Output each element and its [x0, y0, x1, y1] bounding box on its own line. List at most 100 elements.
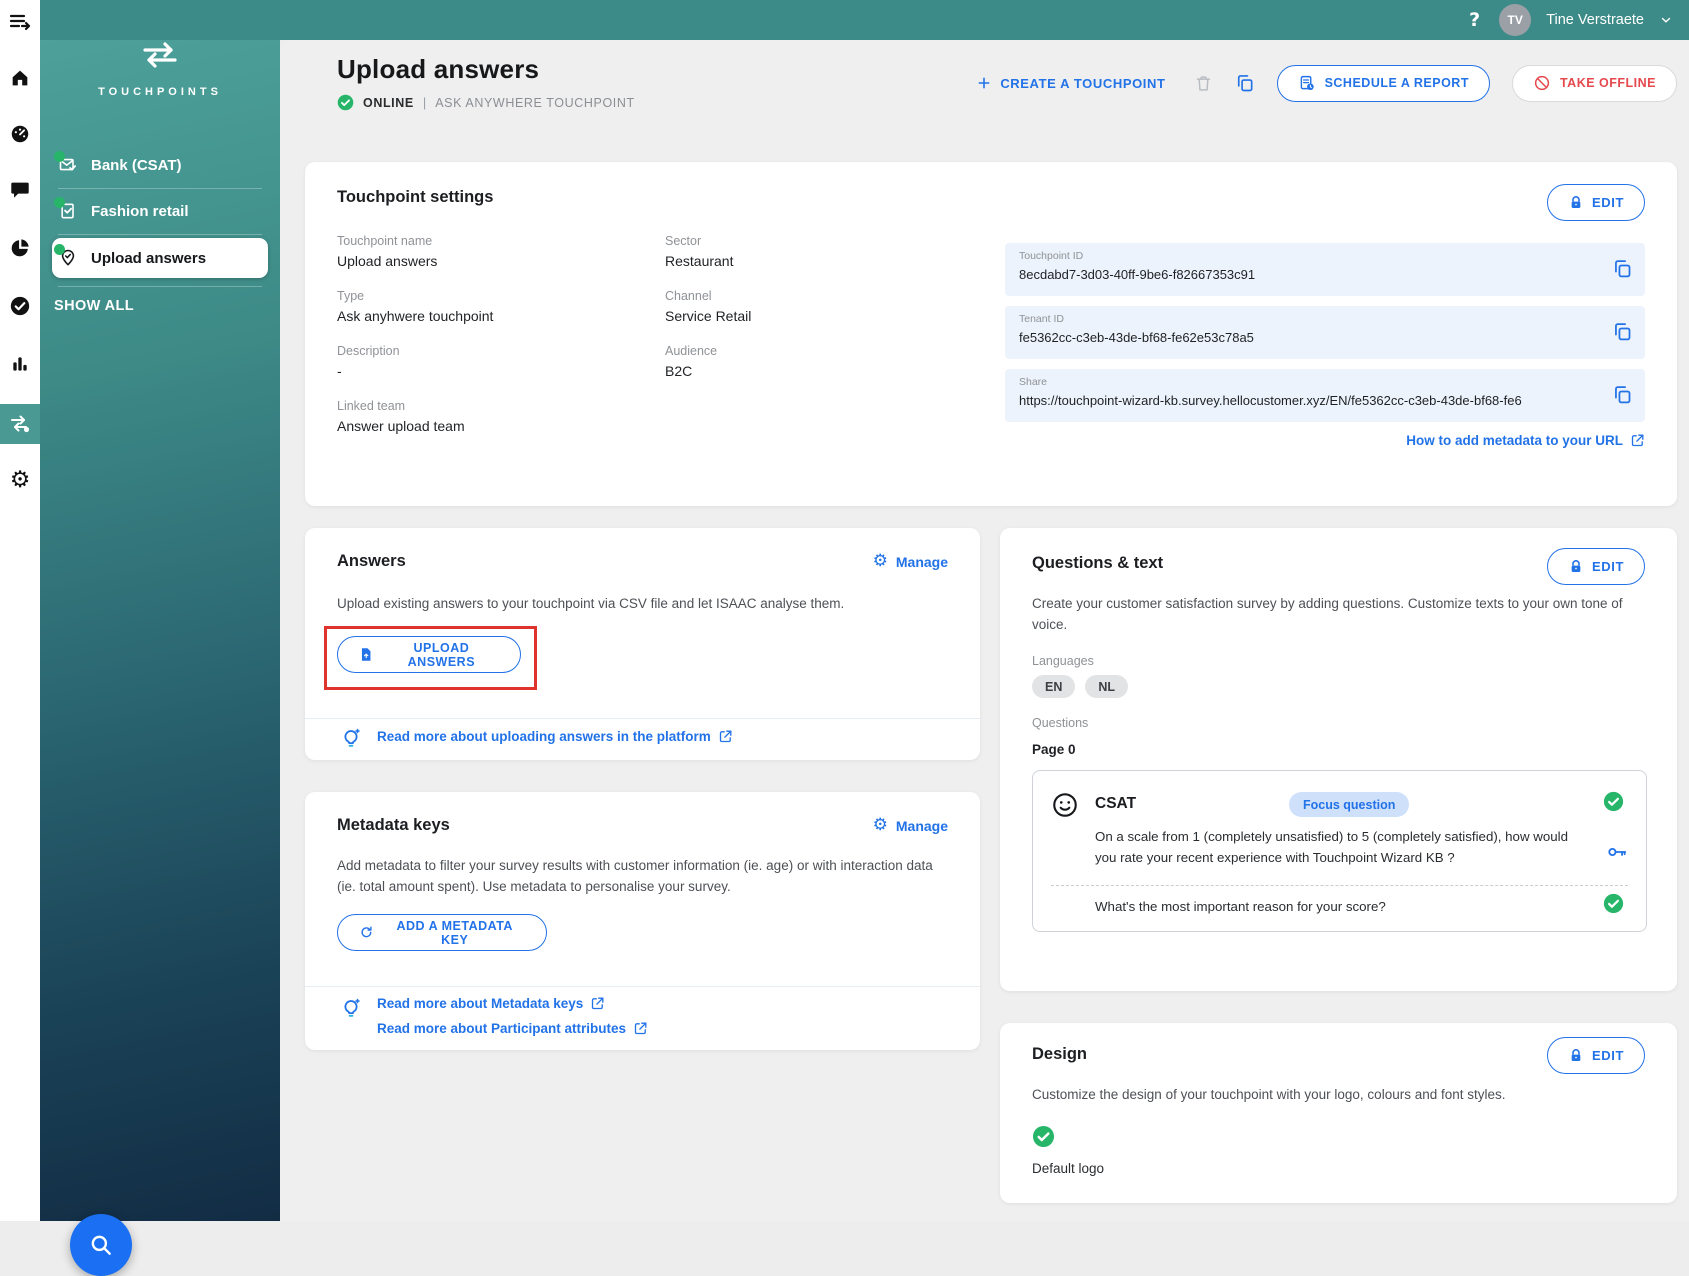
online-badge-icon	[337, 94, 354, 111]
bar-chart-icon[interactable]	[0, 344, 40, 384]
question-1-text: On a scale from 1 (completely unsatisfie…	[1095, 827, 1573, 868]
menu-expand-icon[interactable]	[0, 2, 40, 42]
user-menu[interactable]: Tine Verstraete	[1546, 12, 1644, 28]
page-label: Page 0	[1032, 742, 1076, 757]
manage-answers-button[interactable]: ⚙ Manage	[873, 553, 948, 570]
card-title: Design	[1032, 1045, 1087, 1064]
show-all-link[interactable]: SHOW ALL	[54, 298, 134, 314]
language-chip-en: EN	[1032, 675, 1075, 698]
question-block: CSAT Focus question On a scale from 1 (c…	[1032, 770, 1647, 932]
answers-card: Answers ⚙ Manage Upload existing answers…	[305, 528, 980, 760]
upload-answers-button[interactable]: UPLOAD ANSWERS	[337, 636, 521, 673]
metadata-description: Add metadata to filter your survey resul…	[337, 856, 937, 898]
sidebar: TOUCHPOINTS Bank (CSAT) Fashion retail U…	[40, 40, 280, 1221]
pie-chart-icon[interactable]	[0, 228, 40, 268]
schedule-report-button[interactable]: SCHEDULE A REPORT	[1277, 65, 1490, 102]
card-title: Questions & text	[1032, 554, 1163, 573]
touchpoint-id-box: Touchpoint ID 8ecdabd7-3d03-40ff-9be6-f8…	[1005, 243, 1645, 296]
help-icon[interactable]: ?	[1465, 9, 1484, 31]
logo-complete-icon	[1032, 1125, 1055, 1148]
brand-name: TOUCHPOINTS	[40, 86, 280, 98]
lightbulb-icon	[339, 726, 363, 750]
page-title: Upload answers	[337, 54, 539, 85]
dashboard-icon[interactable]	[0, 114, 40, 154]
read-more-uploading-link[interactable]: Read more about uploading answers in the…	[377, 729, 733, 744]
edit-settings-button[interactable]: EDIT	[1547, 184, 1645, 221]
question-complete-icon	[1603, 791, 1624, 812]
read-more-metadata-link[interactable]: Read more about Metadata keys	[377, 996, 605, 1011]
focus-question-badge: Focus question	[1289, 792, 1409, 817]
check-circle-icon[interactable]	[0, 286, 40, 326]
search-fab[interactable]	[70, 1214, 132, 1276]
brand-logo-icon	[138, 40, 182, 70]
clipboard-check-icon	[58, 201, 78, 221]
question-2-text: What's the most important reason for you…	[1095, 899, 1535, 914]
add-metadata-key-button[interactable]: ADD A METADATA KEY	[337, 914, 547, 951]
external-link-icon	[1630, 433, 1645, 448]
home-icon[interactable]	[0, 58, 40, 98]
header-actions: CREATE A TOUCHPOINT SCHEDULE A REPORT TA…	[970, 64, 1677, 102]
chevron-down-icon[interactable]	[1659, 13, 1673, 27]
share-url-box: Share https://touchpoint-wizard-kb.surve…	[1005, 369, 1645, 422]
questions-description: Create your customer satisfaction survey…	[1032, 594, 1642, 636]
sidebar-item-upload-answers[interactable]: Upload answers	[52, 238, 268, 278]
gear-icon: ⚙	[873, 553, 888, 570]
sidebar-item-label: Upload answers	[91, 250, 206, 267]
answers-description: Upload existing answers to your touchpoi…	[337, 594, 937, 615]
copy-touchpoint-id-icon[interactable]	[1612, 258, 1633, 279]
edit-design-button[interactable]: EDIT	[1547, 1037, 1645, 1074]
language-chip-nl: NL	[1085, 675, 1128, 698]
edit-questions-button[interactable]: EDIT	[1547, 548, 1645, 585]
external-link-icon	[718, 729, 733, 744]
upload-file-icon	[358, 646, 374, 663]
touchpoint-settings-card: Touchpoint settings EDIT Touchpoint name…	[305, 162, 1677, 506]
field-type: Type Ask anyhwere touchpoint	[337, 289, 493, 324]
question-type-label: CSAT	[1095, 795, 1136, 813]
field-description: Description -	[337, 344, 400, 379]
app-icon-strip: ⚙	[0, 0, 40, 1221]
settings-gear-icon[interactable]: ⚙	[0, 460, 40, 500]
field-sector: Sector Restaurant	[665, 234, 733, 269]
take-offline-button[interactable]: TAKE OFFLINE	[1512, 65, 1677, 102]
tenant-id-box: Tenant ID fe5362cc-c3eb-43de-bf68-fe62e5…	[1005, 306, 1645, 359]
touchpoint-type-label: ASK ANYWHERE TOUCHPOINT	[435, 96, 634, 110]
field-touchpoint-name: Touchpoint name Upload answers	[337, 234, 437, 269]
duplicate-touchpoint-icon[interactable]	[1235, 73, 1255, 93]
card-title: Metadata keys	[337, 816, 450, 835]
questions-text-card: Questions & text EDIT Create your custom…	[1000, 528, 1677, 991]
field-channel: Channel Service Retail	[665, 289, 751, 324]
pin-check-icon	[58, 248, 78, 268]
main-content: Upload answers ONLINE | ASK ANYWHERE TOU…	[280, 40, 1689, 1221]
external-link-icon	[633, 1021, 648, 1036]
sidebar-item-fashion-retail[interactable]: Fashion retail	[52, 192, 268, 230]
gear-icon: ⚙	[873, 817, 888, 834]
lightbulb-icon	[339, 996, 363, 1020]
envelope-check-icon	[58, 155, 78, 175]
create-touchpoint-button[interactable]: CREATE A TOUCHPOINT	[970, 74, 1171, 92]
design-description: Customize the design of your touchpoint …	[1032, 1085, 1642, 1106]
conversations-icon[interactable]	[0, 170, 40, 210]
questions-label: Questions	[1032, 716, 1088, 730]
key-icon[interactable]	[1606, 841, 1628, 863]
sidebar-item-bank-csat[interactable]: Bank (CSAT)	[52, 146, 268, 184]
avatar[interactable]: TV	[1499, 4, 1531, 36]
language-chips: EN NL	[1032, 675, 1128, 698]
default-logo-label: Default logo	[1032, 1161, 1104, 1176]
read-more-participant-link[interactable]: Read more about Participant attributes	[377, 1021, 648, 1036]
field-linked-team: Linked team Answer upload team	[337, 399, 465, 434]
languages-label: Languages	[1032, 654, 1094, 668]
topbar: ? TV Tine Verstraete	[40, 0, 1689, 40]
metadata-keys-card: Metadata keys ⚙ Manage Add metadata to f…	[305, 792, 980, 1050]
card-title: Touchpoint settings	[337, 188, 493, 207]
metadata-url-link[interactable]: How to add metadata to your URL	[1406, 433, 1645, 448]
card-title: Answers	[337, 552, 406, 571]
smiley-icon	[1051, 791, 1079, 819]
manage-metadata-button[interactable]: ⚙ Manage	[873, 817, 948, 834]
copy-share-url-icon[interactable]	[1612, 384, 1633, 405]
touchpoints-icon[interactable]	[0, 404, 40, 444]
delete-touchpoint-icon[interactable]	[1194, 74, 1213, 93]
field-audience: Audience B2C	[665, 344, 717, 379]
copy-tenant-id-icon[interactable]	[1612, 321, 1633, 342]
external-link-icon	[590, 996, 605, 1011]
sidebar-item-label: Fashion retail	[91, 203, 189, 220]
